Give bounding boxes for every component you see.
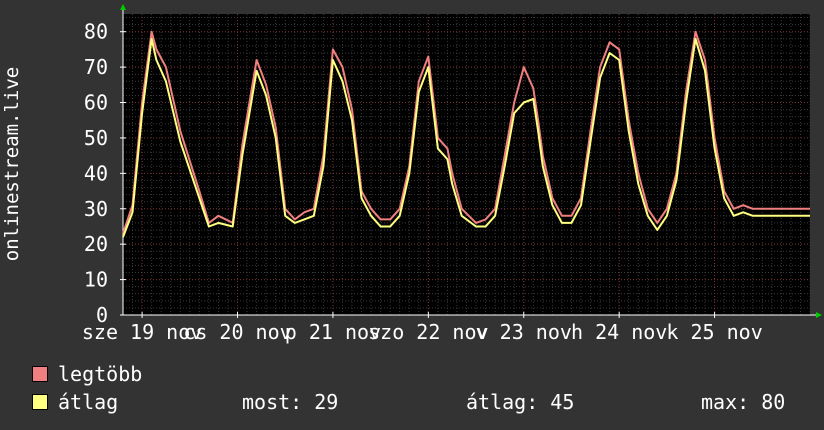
legend-swatch-atlag (32, 394, 48, 410)
stat-most: most: 29 (242, 390, 339, 414)
x-tick-label: k 25 nov (666, 320, 762, 344)
y-tick-label: 40 (84, 161, 108, 185)
x-axis-arrow (816, 312, 822, 318)
x-tick-label: h 24 nov (571, 320, 667, 344)
y-axis-arrow (120, 4, 126, 10)
legend-label-legtobb: legtöbb (58, 362, 143, 386)
y-tick-label: 50 (84, 126, 108, 150)
y-tick-label: 60 (84, 91, 108, 115)
y-tick-label: 70 (84, 55, 108, 79)
x-tick-label: p 21 nov (285, 320, 381, 344)
legend-label-atlag: átlag (58, 390, 119, 414)
y-tick-label: 20 (84, 232, 108, 256)
x-tick-label: v 23 nov (476, 320, 572, 344)
y-tick-label: 30 (84, 197, 108, 221)
x-tick-label: cs 20 nov (183, 320, 291, 344)
y-axis-label: onlinestream.live (0, 0, 24, 290)
stat-atlag: átlag: 45 (466, 390, 575, 414)
y-tick-label: 10 (84, 268, 108, 292)
legend-swatch-legtobb (32, 366, 48, 382)
x-tick-label: szo 22 nov (368, 320, 488, 344)
y-axis-label-text: onlinestream.live (1, 66, 23, 262)
stat-max: max: 80 (701, 390, 786, 414)
y-tick-label: 80 (84, 20, 108, 44)
